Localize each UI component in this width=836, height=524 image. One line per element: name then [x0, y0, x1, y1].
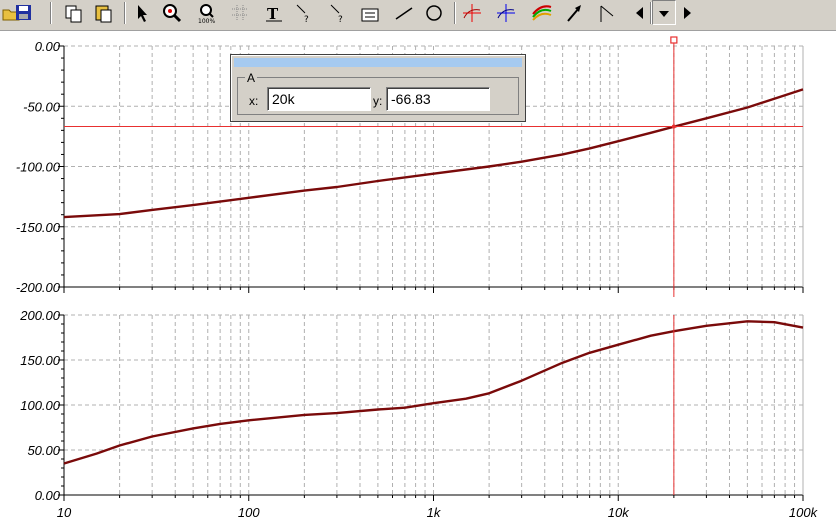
y-tick-label: -200.00	[16, 280, 61, 295]
y-tick-label: -150.00	[16, 220, 61, 235]
cursor-name-label: A	[245, 71, 258, 85]
x-field-label: x:	[249, 94, 259, 108]
x-tick-label: 1k	[427, 505, 442, 520]
panel-title-bar[interactable]	[234, 58, 522, 67]
x-tick-label: 100k	[789, 505, 819, 520]
cursor-a-handle[interactable]	[670, 36, 678, 44]
y-tick-label: 100.00	[20, 398, 61, 413]
y-tick-label: 0.00	[35, 488, 61, 503]
y-tick-label: 200.00	[19, 308, 61, 323]
cursor-a-marker	[671, 124, 676, 129]
x-tick-label: 10	[57, 505, 72, 520]
y-tick-label: 150.00	[20, 353, 61, 368]
y-tick-label: 0.00	[35, 39, 61, 54]
y-tick-label: -100.00	[16, 160, 61, 175]
cursor-readout-panel[interactable]: A x: 20k y: -66.83	[230, 54, 526, 122]
grid-bottom	[64, 314, 803, 496]
x-tick-label: 10k	[608, 505, 630, 520]
y-field-label: y:	[373, 94, 383, 108]
y-tick-label: 50.00	[27, 443, 60, 458]
cursor-y-input[interactable]: -66.83	[386, 87, 490, 111]
x-tick-label: 100	[238, 505, 260, 520]
cursor-x-input[interactable]: 20k	[267, 87, 371, 111]
y-tick-label: -50.00	[23, 99, 61, 114]
